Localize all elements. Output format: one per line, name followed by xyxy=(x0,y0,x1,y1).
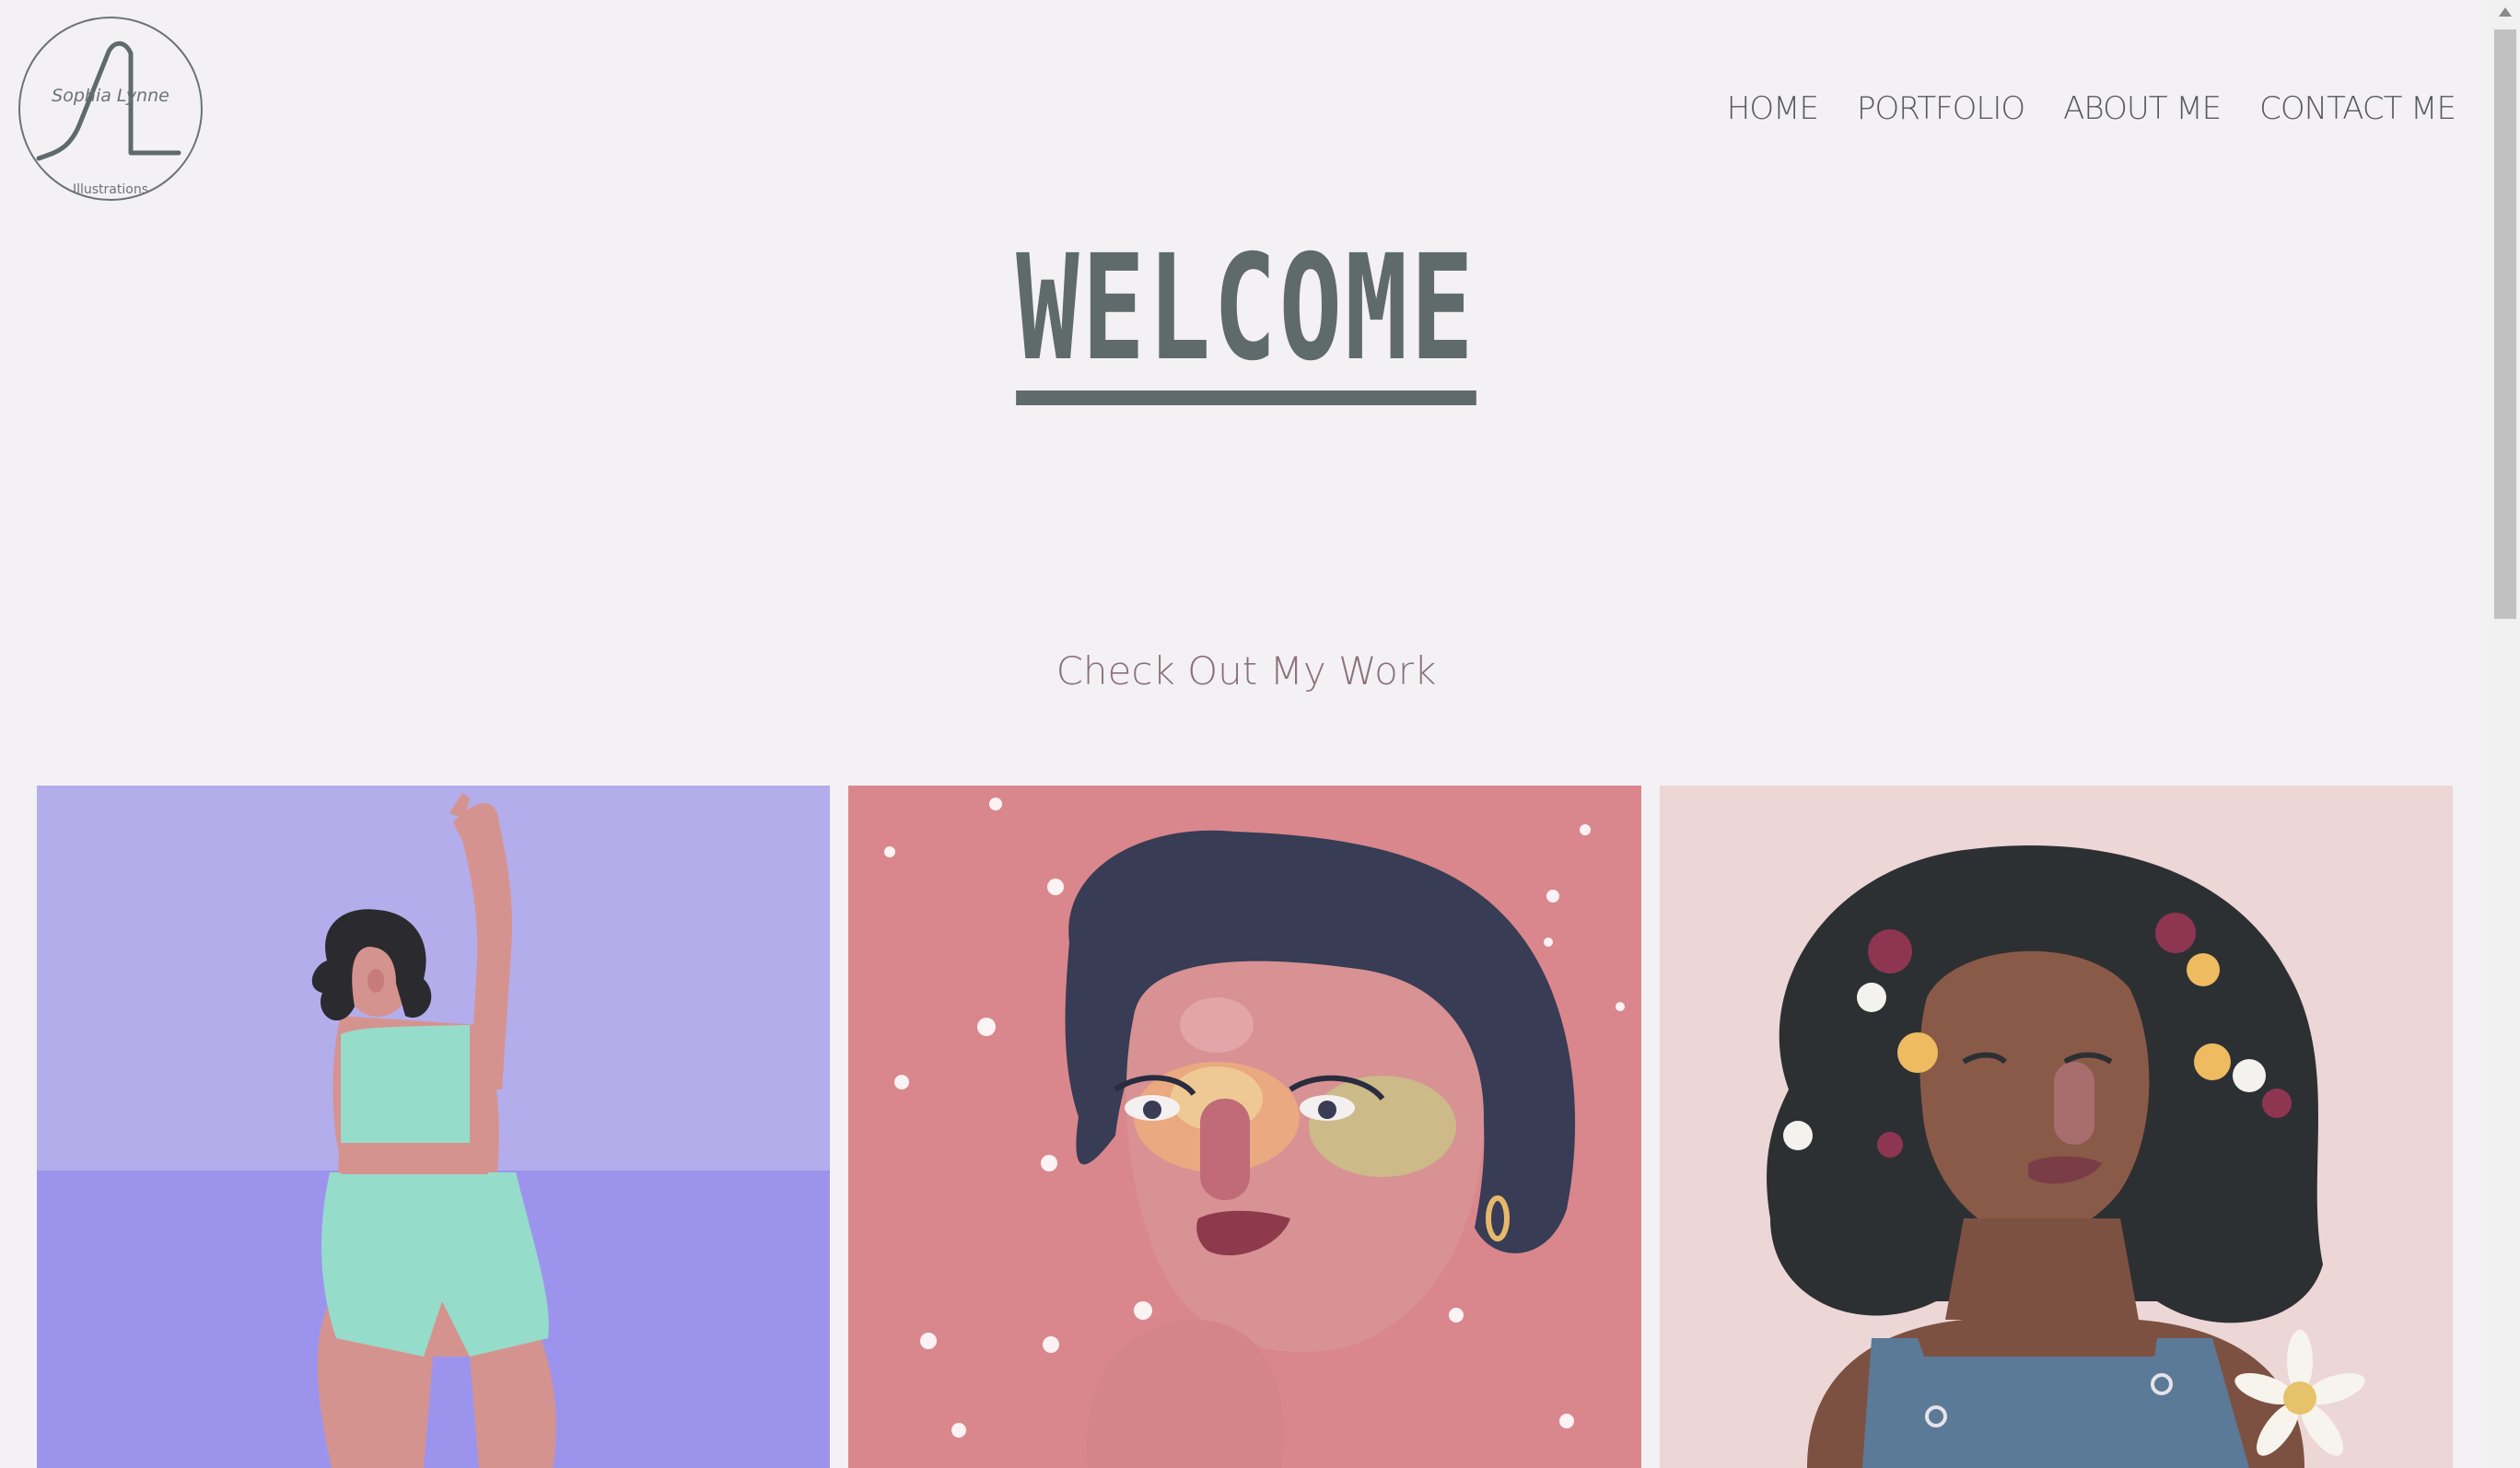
section-subtitle: Check Out My Work xyxy=(1056,648,1437,693)
galaxy-freckles-portrait-illustration-icon xyxy=(848,786,1641,1468)
page-scrollbar[interactable] xyxy=(2491,0,2520,1468)
logo-emblem-icon: Sophia Lynne Illustrations xyxy=(18,17,203,201)
dancing-woman-illustration-icon xyxy=(37,786,830,1468)
main-nav: HOME PORTFOLIO ABOUT ME CONTACT ME xyxy=(1727,90,2456,127)
logo-name-text: Sophia Lynne xyxy=(52,86,169,106)
flower-hair-portrait-illustration-icon xyxy=(1660,786,2453,1468)
hero-section: WELCOME xyxy=(0,230,2492,405)
site-logo[interactable]: Sophia Lynne Illustrations xyxy=(17,15,204,203)
nav-contact-me[interactable]: CONTACT ME xyxy=(2259,90,2456,127)
gallery-item-flower-portrait[interactable] xyxy=(1660,786,2453,1468)
nav-home[interactable]: HOME xyxy=(1727,90,1819,127)
welcome-heading: WELCOME xyxy=(1016,230,1476,405)
page: Sophia Lynne Illustrations HOME PORTFOLI… xyxy=(0,0,2520,1468)
scroll-up-arrow-icon[interactable] xyxy=(2499,7,2512,17)
portfolio-gallery xyxy=(37,786,2453,1468)
nav-portfolio[interactable]: PORTFOLIO xyxy=(1857,90,2025,127)
gallery-item-galaxy-portrait[interactable] xyxy=(848,786,1641,1468)
gallery-item-dancer[interactable] xyxy=(37,786,830,1468)
nav-about-me[interactable]: ABOUT ME xyxy=(2063,90,2222,127)
logo-subtitle-text: Illustrations xyxy=(73,182,148,197)
scroll-thumb[interactable] xyxy=(2494,29,2516,619)
